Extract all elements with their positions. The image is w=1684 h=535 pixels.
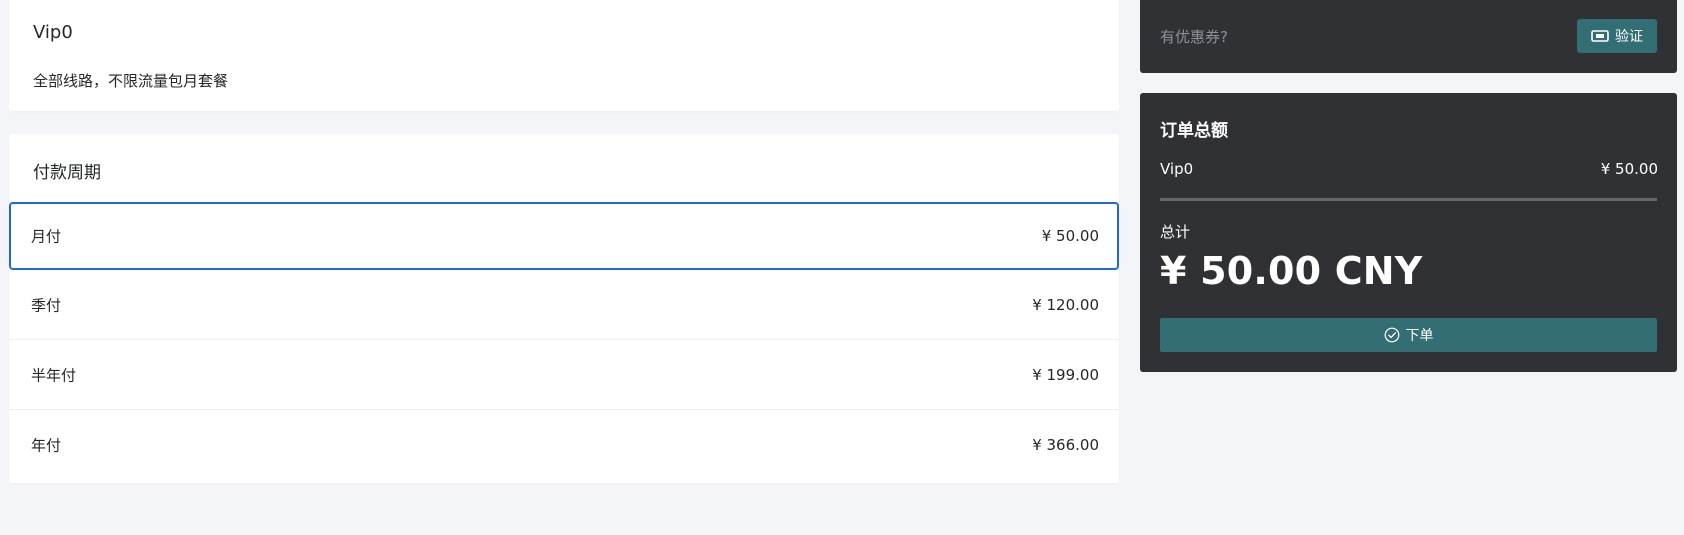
- line-item-name: Vip0: [1160, 160, 1194, 178]
- coupon-card: 验证: [1140, 0, 1677, 73]
- period-option-label: 年付: [31, 436, 62, 455]
- payment-period-title: 付款周期: [33, 163, 101, 183]
- payment-period-list: 月付 ¥ 50.00 季付 ¥ 120.00 半年付 ¥ 199.00 年付 ¥…: [9, 202, 1119, 480]
- place-order-button[interactable]: 下单: [1160, 318, 1657, 352]
- period-option-price: ¥ 366.00: [1032, 436, 1099, 454]
- period-option-label: 半年付: [31, 366, 77, 384]
- period-option-monthly[interactable]: 月付 ¥ 50.00: [9, 202, 1119, 270]
- plan-name: Vip0: [33, 22, 73, 43]
- period-option-quarterly[interactable]: 季付 ¥ 120.00: [9, 270, 1119, 340]
- period-option-yearly[interactable]: 年付 ¥ 366.00: [9, 410, 1119, 480]
- checkout-page: Vip0 全部线路，不限流量包月套餐 付款周期 月付 ¥ 50.00 季付 ¥ …: [0, 0, 1684, 535]
- order-summary-card: 订单总额 Vip0 ¥ 50.00 总计 ¥ 50.00 CNY 下单: [1140, 93, 1677, 372]
- period-option-price: ¥ 50.00: [1041, 227, 1099, 245]
- verify-coupon-button[interactable]: 验证: [1577, 19, 1657, 53]
- period-option-label: 月付: [31, 227, 62, 246]
- line-item-price: ¥ 50.00: [1600, 160, 1658, 178]
- total-label: 总计: [1160, 223, 1191, 241]
- check-circle-icon: [1384, 327, 1400, 343]
- period-option-price: ¥ 120.00: [1032, 295, 1099, 314]
- period-option-price: ¥ 199.00: [1032, 365, 1099, 384]
- summary-divider: [1160, 198, 1657, 201]
- place-order-label: 下单: [1405, 328, 1434, 344]
- ticket-icon: [1591, 29, 1609, 43]
- payment-period-card: 付款周期 月付 ¥ 50.00 季付 ¥ 120.00 半年付 ¥ 199.00…: [9, 134, 1119, 483]
- total-amount: ¥ 50.00 CNY: [1160, 249, 1423, 293]
- period-option-label: 季付: [31, 296, 62, 314]
- plan-description: 全部线路，不限流量包月套餐: [33, 72, 229, 90]
- plan-card: Vip0 全部线路，不限流量包月套餐: [9, 0, 1119, 111]
- order-summary-title: 订单总额: [1160, 121, 1228, 141]
- coupon-input[interactable]: [1160, 22, 1540, 52]
- period-option-half-year[interactable]: 半年付 ¥ 199.00: [9, 340, 1119, 410]
- verify-button-label: 验证: [1615, 29, 1643, 45]
